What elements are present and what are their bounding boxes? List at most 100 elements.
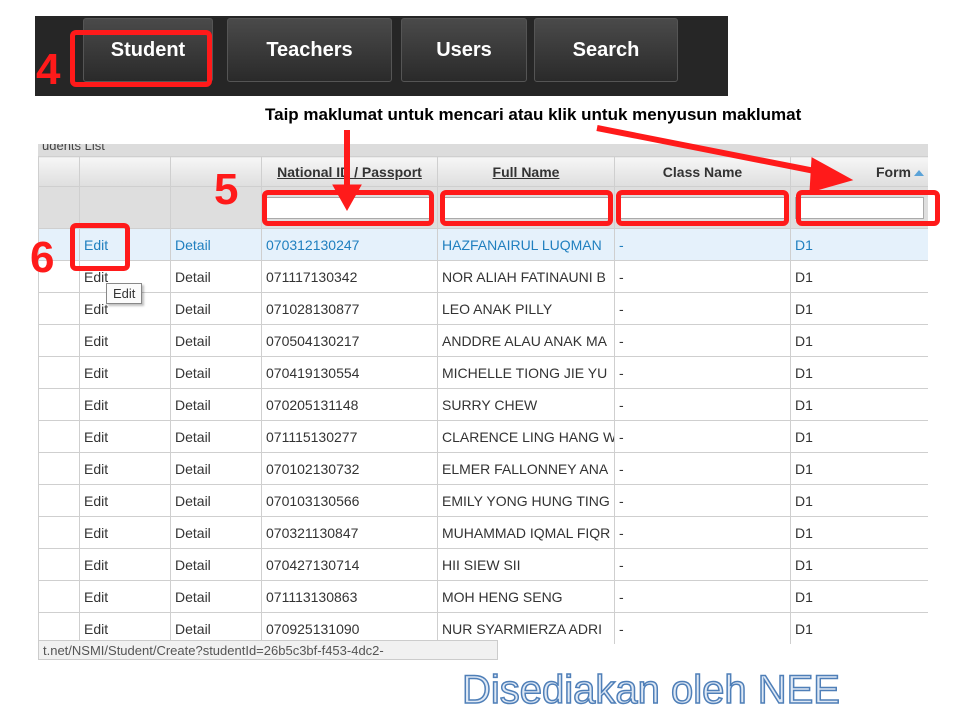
detail-link[interactable]: Detail [170,260,262,293]
row-spacer [38,324,80,357]
national-id-cell: 070205131148 [261,388,438,421]
full-name-cell: MICHELLE TIONG JIE YU [437,356,615,389]
full-name-cell: ANDDRE ALAU ANAK MA [437,324,615,357]
national-id-cell: 071113130863 [261,580,438,613]
edit-link[interactable]: Edit [79,516,171,549]
row-spacer [38,516,80,549]
form-cell: D1 [790,292,928,325]
detail-link[interactable]: Detail [170,420,262,453]
form-cell: D1 [790,324,928,357]
detail-link[interactable]: Detail [170,324,262,357]
class-name-cell: - [614,516,791,549]
row-spacer [38,388,80,421]
detail-link[interactable]: Detail [170,452,262,485]
edit-link[interactable]: Edit [79,484,171,517]
table-row[interactable]: Edit Detail 071115130277 CLARENCE LING HANG… [38,420,928,453]
row-spacer [38,580,80,613]
step-number-4: 4 [36,45,61,94]
class-name-cell: - [614,452,791,485]
header-class-name[interactable]: Class Name [614,156,791,187]
national-id-cell: 070427130714 [261,548,438,581]
table-row[interactable]: Edit Detail 070504130217 ANDDRE ALAU ANAK M… [38,324,928,357]
highlight-filter-form [796,190,940,226]
header-spacer [38,156,80,187]
class-name-cell: - [614,612,791,644]
form-cell: D1 [790,548,928,581]
header-form[interactable]: Form [790,156,928,187]
table-row[interactable]: Edit Detail 070312130247 HAZFANAIRUL LUQMAN… [38,228,928,261]
header-national-id[interactable]: National ID / Passport [261,156,438,187]
table-row[interactable]: Edit Detail 070419130554 MICHELLE TIONG JIE… [38,356,928,389]
national-id-cell: 070504130217 [261,324,438,357]
full-name-cell: CLARENCE LING HANG W [437,420,615,453]
detail-link[interactable]: Detail [170,228,262,261]
students-table: National ID / Passport Full Name Class N… [38,156,928,644]
national-id-cell: 070321130847 [261,516,438,549]
full-name-cell: HAZFANAIRUL LUQMAN [437,228,615,261]
grid-title: udents List [38,144,928,156]
detail-link[interactable]: Detail [170,580,262,613]
full-name-cell: LEO ANAK PILLY [437,292,615,325]
highlight-student-tab [70,30,212,87]
highlight-filter-name [440,190,613,226]
row-spacer [38,420,80,453]
table-row[interactable]: Edit Detail 070427130714 HII SIEW SII - D1 [38,548,928,581]
national-id-cell: 071117130342 [261,260,438,293]
header-full-name[interactable]: Full Name [437,156,615,187]
tab-teachers[interactable]: Teachers [227,18,392,82]
table-row[interactable]: Edit Detail 070103130566 EMILY YONG HUNG TI… [38,484,928,517]
detail-link[interactable]: Detail [170,388,262,421]
credit-text: Disediakan oleh NEE [461,667,841,713]
detail-link[interactable]: Detail [170,484,262,517]
national-id-cell: 070419130554 [261,356,438,389]
full-name-cell: NOR ALIAH FATINAUNI B [437,260,615,293]
highlight-filter-id [262,190,434,226]
edit-link[interactable]: Edit [79,324,171,357]
edit-link[interactable]: Edit [79,548,171,581]
detail-link[interactable]: Detail [170,548,262,581]
edit-link[interactable]: Edit [79,452,171,485]
table-row[interactable]: Edit Detail 071113130863 MOH HENG SENG - D1 [38,580,928,613]
form-cell: D1 [790,612,928,644]
class-name-cell: - [614,356,791,389]
edit-link[interactable]: Edit [79,420,171,453]
full-name-cell: ELMER FALLONNEY ANA [437,452,615,485]
class-name-cell: - [614,228,791,261]
row-spacer [38,452,80,485]
tab-search[interactable]: Search [534,18,678,82]
browser-status-url: t.net/NSMI/Student/Create?studentId=26b5… [38,640,498,660]
full-name-cell: MOH HENG SENG [437,580,615,613]
full-name-cell: MUHAMMAD IQMAL FIQR [437,516,615,549]
table-row[interactable]: Edit Detail 070102130732 ELMER FALLONNEY AN… [38,452,928,485]
table-row[interactable]: Edit Detail 070321130847 MUHAMMAD IQMAL FIQ… [38,516,928,549]
form-cell: D1 [790,484,928,517]
tab-users[interactable]: Users [401,18,527,82]
detail-link[interactable]: Detail [170,292,262,325]
class-name-cell: - [614,420,791,453]
header-form-label: Form [876,163,911,180]
table-row[interactable]: Edit Detail 070205131148 SURRY CHEW - D1 [38,388,928,421]
class-name-cell: - [614,548,791,581]
step-number-6: 6 [30,233,55,282]
edit-link[interactable]: Edit [79,388,171,421]
form-cell: D1 [790,228,928,261]
national-id-cell: 071028130877 [261,292,438,325]
row-spacer [38,292,80,325]
class-name-cell: - [614,580,791,613]
form-cell: D1 [790,388,928,421]
full-name-cell: EMILY YONG HUNG TING [437,484,615,517]
table-row[interactable]: Edit Detail 071028130877 LEO ANAK PILLY - D1 [38,292,928,325]
national-id-cell: 070312130247 [261,228,438,261]
detail-link[interactable]: Detail [170,356,262,389]
form-cell: D1 [790,356,928,389]
edit-link[interactable]: Edit [79,356,171,389]
detail-link[interactable]: Detail [170,516,262,549]
national-id-cell: 070102130732 [261,452,438,485]
class-name-cell: - [614,324,791,357]
edit-link[interactable]: Edit [79,580,171,613]
header-edit-col [79,156,171,187]
form-cell: D1 [790,516,928,549]
national-id-cell: 070103130566 [261,484,438,517]
table-row[interactable]: Edit Detail 071117130342 NOR ALIAH FATINAUN… [38,260,928,293]
class-name-cell: - [614,484,791,517]
